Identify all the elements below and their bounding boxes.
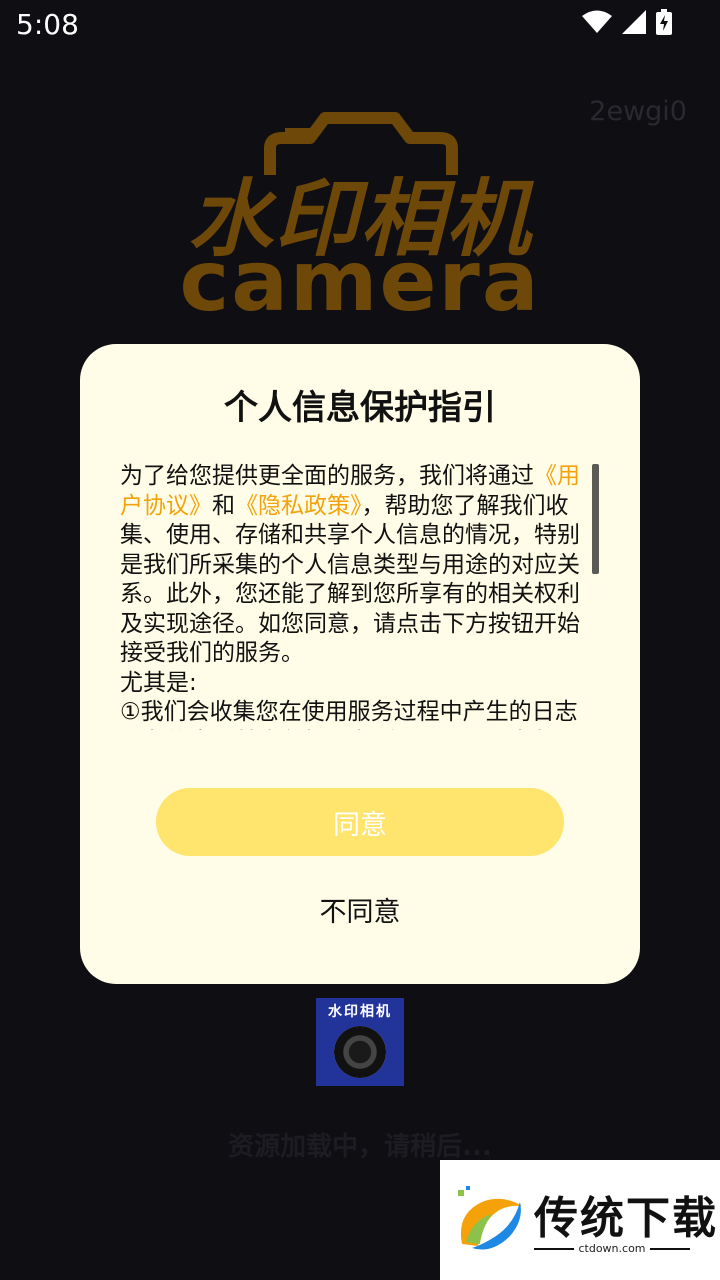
agree-button[interactable]: 同意 [156,788,564,856]
app-logo: 水印相机 camera [150,100,570,330]
disagree-button[interactable]: 不同意 [156,884,564,934]
battery-charging-icon [656,9,672,35]
logo-english-text: camera [179,232,541,330]
scrollbar-thumb[interactable] [592,464,599,574]
app-icon: 水印相机 [316,998,404,1086]
loading-text: 资源加载中，请稍后... [228,1132,492,1162]
dialog-title: 个人信息保护指引 [224,388,496,428]
camera-lens-icon [334,1026,386,1078]
status-time: 5:08 [16,8,79,41]
ctdown-logo-icon [458,1186,522,1250]
dialog-paragraph: 尤其是: [120,669,197,696]
dialog-text: 和 [212,492,235,519]
signal-icon [622,10,646,34]
privacy-dialog: 个人信息保护指引 为了给您提供更全面的服务，我们将通过《用户协议》和《隐私政策》… [80,344,640,984]
watermark-url: ctdown.com [534,1242,690,1255]
watermark-url-text: ctdown.com [574,1242,650,1255]
dialog-body[interactable]: 为了给您提供更全面的服务，我们将通过《用户协议》和《隐私政策》，帮助您了解我们收… [120,462,600,730]
dialog-text: 为了给您提供更全面的服务，我们将通过 [120,463,534,489]
site-watermark: 传统下载 ctdown.com [440,1160,720,1280]
status-icons [582,9,672,35]
wifi-icon [582,10,612,34]
dialog-paragraph: ①我们会收集您在使用服务过程中产生的日志设备信息，其中包括设备型号、唯一设备标识 [120,699,580,730]
watermark-title: 传统下载 [534,1193,718,1244]
dialog-paragraph: 为了给您提供更全面的服务，我们将通过《用户协议》和《隐私政策》，帮助您了解我们收… [120,462,600,669]
status-bar: 5:08 [0,0,720,50]
privacy-policy-link[interactable]: 《隐私政策》 [235,493,362,519]
build-code: 2ewgi0 [589,96,687,127]
app-icon-label: 水印相机 [328,1004,392,1020]
